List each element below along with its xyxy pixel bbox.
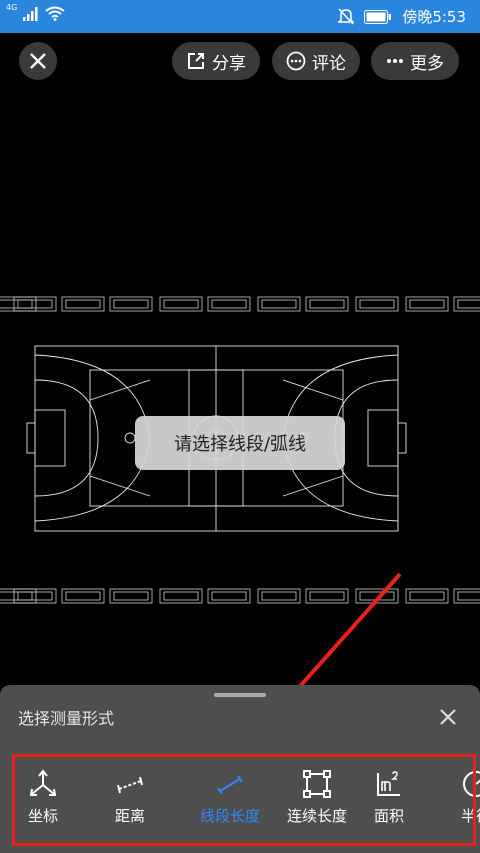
coordinate-icon — [29, 769, 57, 796]
drag-handle[interactable] — [214, 693, 266, 697]
selection-hint-toast: 请选择线段/弧线 — [135, 416, 345, 470]
measure-panel: 选择测量形式 坐标 距离 线段长度 连续长度 面积 半 — [0, 685, 480, 853]
measure-tool-list: 坐标 距离 线段长度 连续长度 面积 半 — [0, 757, 480, 853]
panel-title: 选择测量形式 — [18, 709, 115, 728]
tool-label: 坐标 — [27, 807, 58, 825]
panel-close-icon[interactable] — [436, 705, 460, 729]
network-type: 4G — [6, 3, 18, 12]
status-bar: 4G 傍晚5:53 — [0, 0, 480, 33]
drawing-canvas[interactable] — [0, 33, 480, 685]
distance-icon — [117, 776, 143, 794]
annotation-arrow — [298, 572, 402, 685]
status-left: 4G — [6, 3, 65, 21]
area-icon — [377, 771, 400, 796]
tool-label: 半径 — [460, 807, 480, 825]
tool-distance[interactable]: 距离 — [90, 769, 170, 826]
tool-label: 面积 — [373, 807, 404, 825]
bleacher-row-top — [0, 296, 480, 312]
battery-icon — [364, 9, 392, 24]
mute-icon — [338, 8, 355, 25]
segment-length-icon — [217, 775, 243, 795]
tool-radius[interactable]: 半径 — [436, 769, 480, 826]
tool-label: 线段长度 — [199, 807, 260, 825]
tool-area[interactable]: 面积 — [349, 769, 429, 826]
continuous-length-icon — [303, 770, 331, 798]
tool-label: 连续长度 — [286, 807, 347, 825]
status-right: 傍晚5:53 — [338, 6, 466, 27]
radius-icon — [463, 771, 480, 797]
tool-label: 距离 — [114, 807, 145, 825]
bleacher-row-bottom — [0, 588, 480, 604]
wifi-icon — [45, 6, 65, 21]
tool-coordinate[interactable]: 坐标 — [3, 769, 83, 826]
signal-icon — [23, 7, 38, 21]
clock: 傍晚5:53 — [402, 8, 466, 26]
